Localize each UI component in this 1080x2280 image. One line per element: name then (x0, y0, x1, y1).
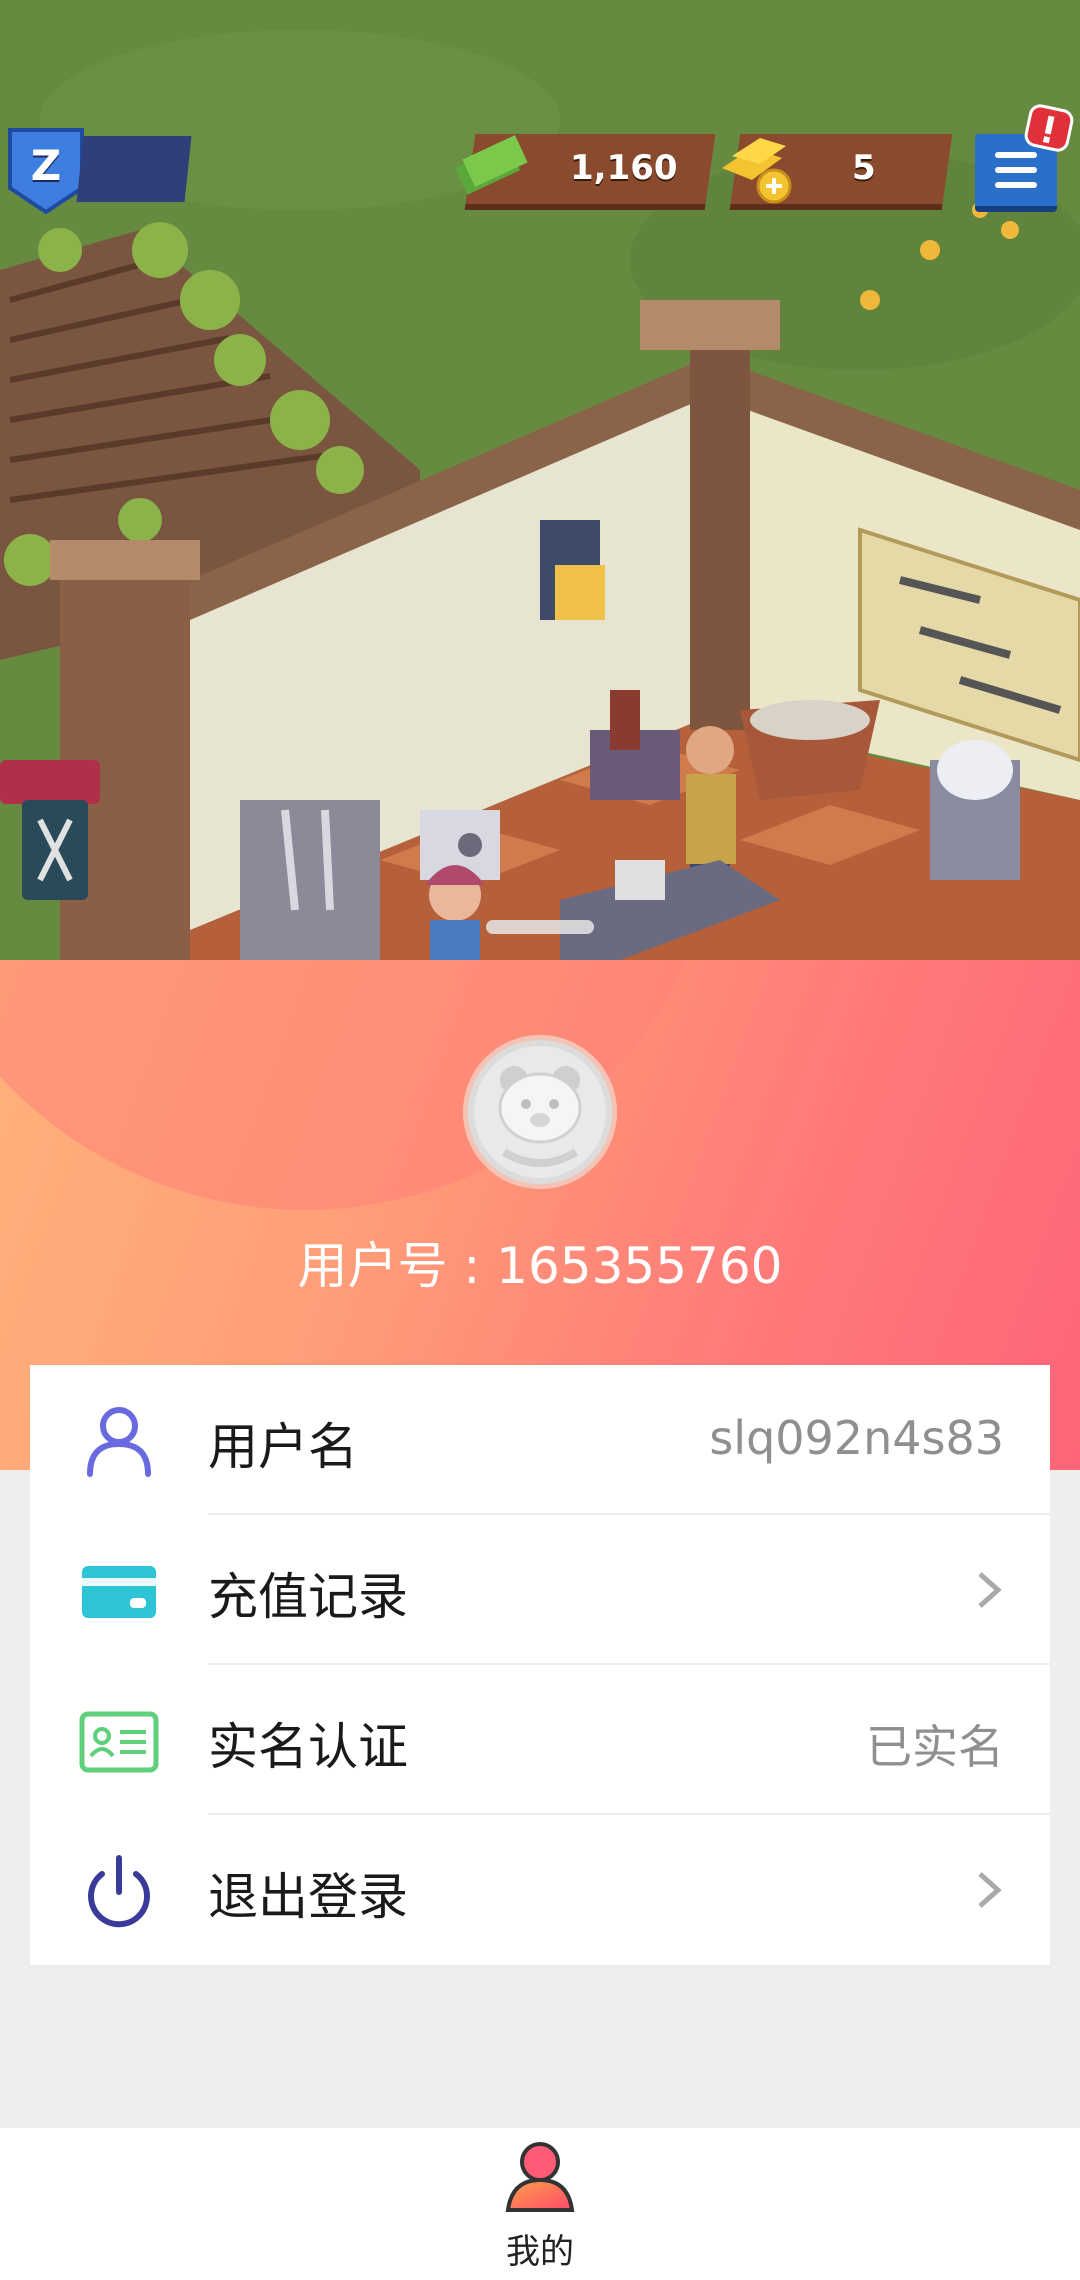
avatar[interactable] (463, 1035, 617, 1189)
game-view[interactable]: Z 1,160 5 (0, 0, 1080, 960)
menu-label-recharge-history: 充值记录 (208, 1568, 408, 1626)
menu-row-real-name-verification[interactable]: 实名认证 已实名 (30, 1665, 1050, 1815)
person-icon (505, 2142, 575, 2212)
alert-icon (1024, 104, 1074, 152)
menu-label-logout: 退出登录 (208, 1868, 408, 1926)
user-icon (87, 1407, 151, 1477)
menu-label-username: 用户名 (208, 1418, 358, 1476)
avatar-bear-icon (474, 1046, 606, 1178)
verification-status: 已实名 (866, 1720, 1004, 1774)
power-icon (88, 1855, 150, 1928)
cash-value: 1,160 (570, 148, 678, 188)
username-value: slq092n4s83 (709, 1411, 1004, 1465)
menu-row-username[interactable]: 用户名 slq092n4s83 (30, 1365, 1050, 1515)
gold-bars-icon (722, 138, 792, 204)
menu-row-recharge-history[interactable]: 充值记录 (30, 1515, 1050, 1665)
cash-icon (454, 135, 528, 195)
nav-item-mine[interactable]: 我的 (470, 2128, 610, 2280)
nav-label-mine: 我的 (506, 2232, 574, 2272)
id-card-icon (79, 1711, 159, 1773)
menu-row-logout[interactable]: 退出登录 (30, 1815, 1050, 1965)
chevron-right-icon (978, 1872, 1002, 1908)
bottom-nav: 我的 (0, 2128, 1080, 2280)
menu-label-real-name-verification: 实名认证 (208, 1718, 408, 1776)
level-label: Z (30, 140, 62, 190)
user-id-label: 用户号 : 165355760 (297, 1237, 783, 1295)
sheet-drag-handle[interactable] (486, 920, 594, 934)
account-menu-card: 用户名 slq092n4s83 充值记录 实名认证 已实名 退出登录 (30, 1365, 1050, 1965)
level-progress-bar (76, 136, 192, 202)
gold-value: 5 (852, 148, 876, 188)
card-icon (82, 1566, 156, 1618)
chevron-right-icon (978, 1572, 1002, 1608)
